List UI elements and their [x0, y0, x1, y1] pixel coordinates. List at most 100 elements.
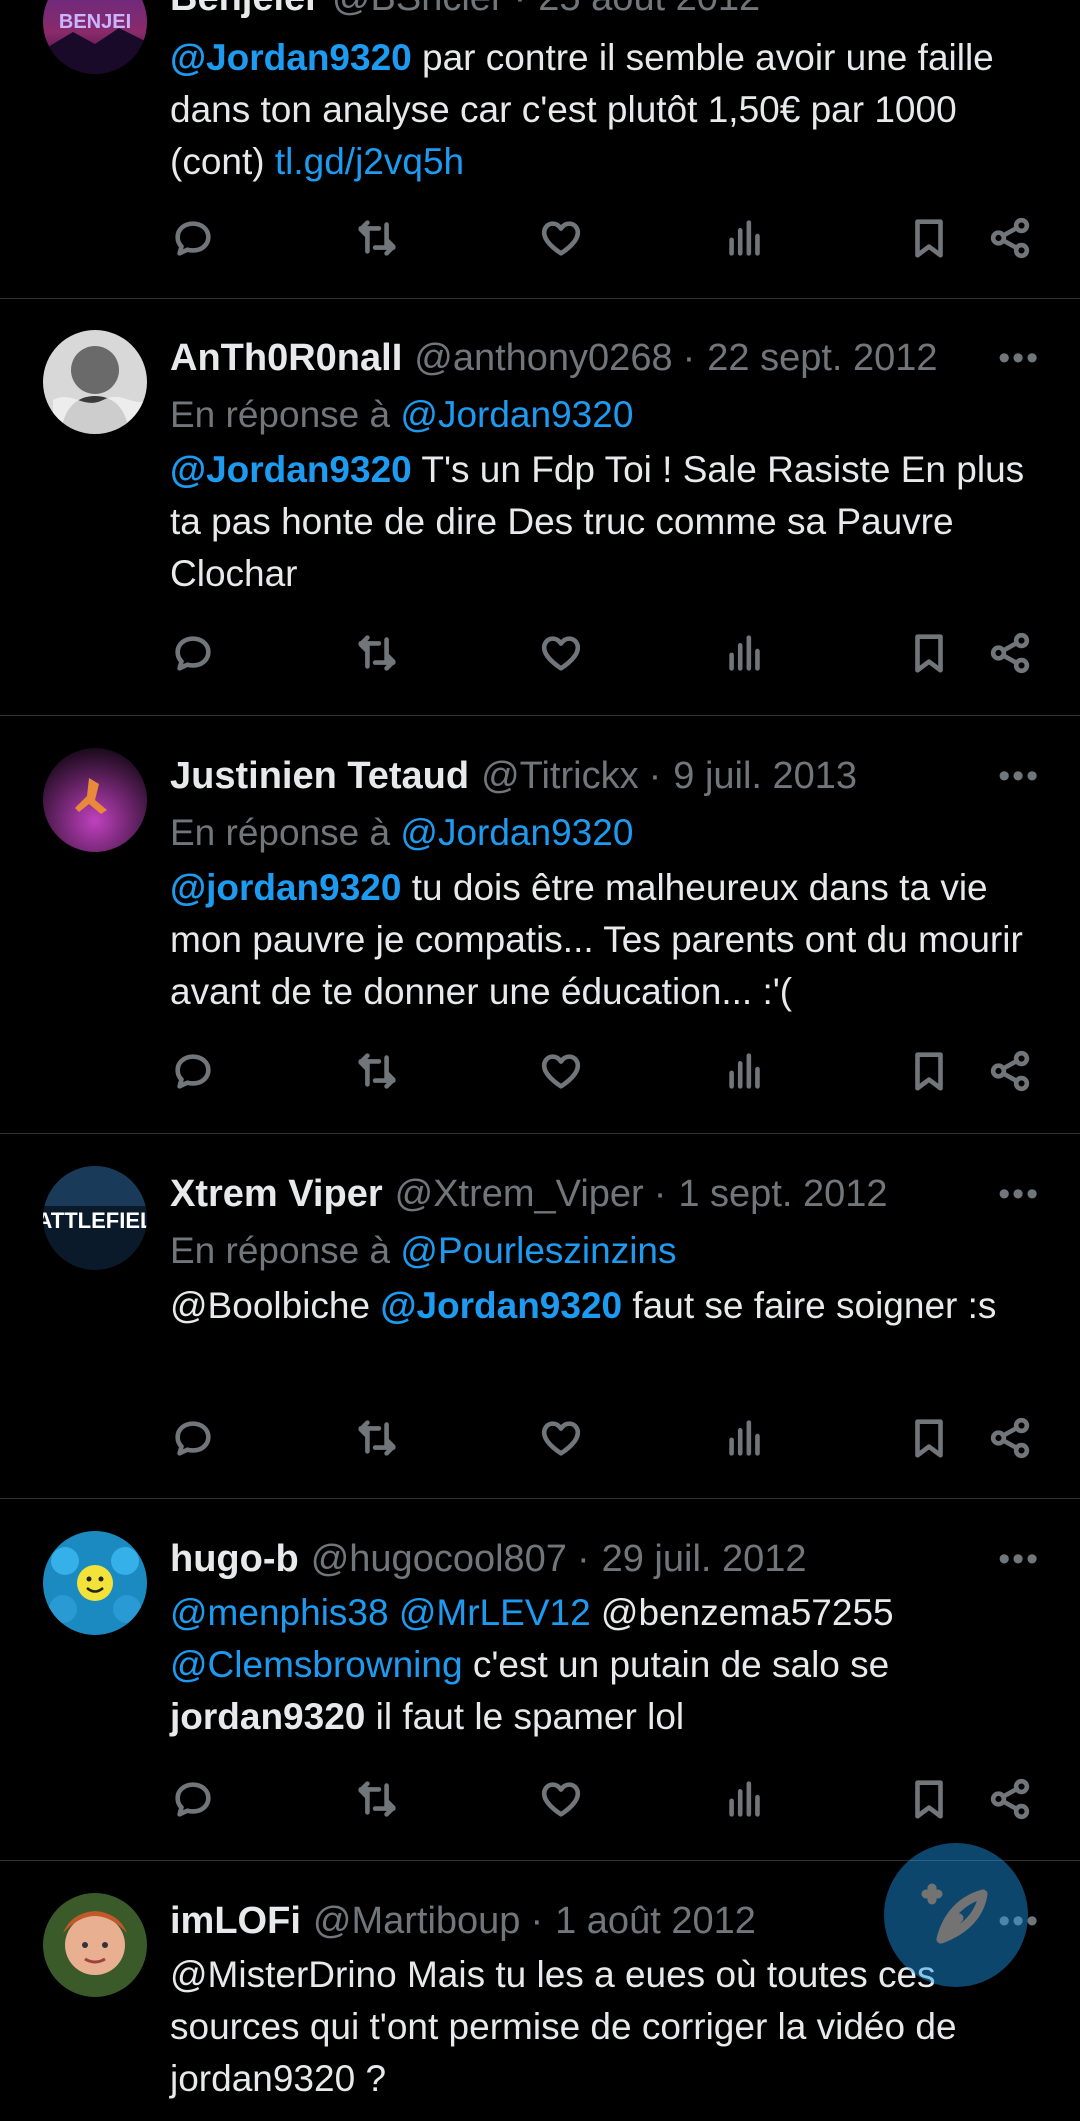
mention-link[interactable]: @MrLEV12	[399, 1592, 591, 1633]
retweet-icon[interactable]	[354, 1415, 404, 1465]
like-icon[interactable]	[538, 1415, 588, 1465]
bookmark-icon[interactable]	[906, 630, 956, 680]
user-handle[interactable]: @Titrickx	[481, 755, 638, 798]
retweet-icon[interactable]	[354, 1776, 404, 1826]
retweet-icon[interactable]	[354, 215, 404, 265]
tweet-date[interactable]: 1 août 2012	[555, 1900, 756, 1943]
views-icon[interactable]	[722, 215, 772, 265]
reply-context: En réponse à @Jordan9320	[170, 386, 1040, 444]
separator-dot: ·	[576, 1537, 590, 1580]
tweet-date[interactable]: 29 juil. 2012	[602, 1538, 807, 1581]
more-icon[interactable]: •••	[998, 757, 1040, 796]
display-name[interactable]: imLOFi	[170, 1900, 301, 1943]
reply-icon[interactable]	[170, 215, 220, 265]
tweet-item[interactable]: AnTh0R0nalI @anthony0268 · 22 sept. 2012…	[0, 298, 1080, 716]
mention-link[interactable]: @Clemsbrowning	[170, 1644, 463, 1685]
share-icon[interactable]	[987, 630, 1037, 680]
bookmark-icon[interactable]	[906, 215, 956, 265]
text-span: @Boolbiche	[170, 1285, 381, 1326]
reply-prefix: En réponse à	[170, 1230, 391, 1271]
tweet-date[interactable]: 1 sept. 2012	[678, 1173, 887, 1216]
tweet-header: Benjeier @BSncier · 25 août 2012	[170, 0, 1040, 26]
mention-link[interactable]: @Jordan9320	[170, 37, 412, 78]
avatar[interactable]	[43, 330, 147, 434]
reply-context: En réponse à @Pourleszinzins	[170, 1222, 1040, 1280]
bookmark-icon[interactable]	[906, 1776, 956, 1826]
user-handle[interactable]: @Xtrem_Viper	[395, 1173, 644, 1216]
tweet-text: @menphis38 @MrLEV12 @benzema57255 @Clems…	[170, 1587, 1040, 1743]
tweet-date[interactable]: 25 août 2012	[538, 0, 760, 20]
tweet-header: Justinien Tetaud @Titrickx · 9 juil. 201…	[170, 748, 1040, 804]
like-icon[interactable]	[538, 1048, 588, 1098]
display-name[interactable]: hugo-b	[170, 1538, 299, 1581]
reply-to-link[interactable]: @Pourleszinzins	[400, 1230, 676, 1271]
url-link[interactable]: tl.gd/j2vq5h	[275, 141, 464, 182]
reply-to-link[interactable]: @Jordan9320	[400, 812, 633, 853]
tweet-date[interactable]: 9 juil. 2013	[673, 755, 857, 798]
tweet-date[interactable]: 22 sept. 2012	[707, 337, 937, 380]
share-icon[interactable]	[987, 1776, 1037, 1826]
tweet-header: Xtrem Viper @Xtrem_Viper · 1 sept. 2012 …	[170, 1166, 1040, 1222]
retweet-icon[interactable]	[354, 1048, 404, 1098]
views-icon[interactable]	[722, 630, 772, 680]
tweet-text: @Boolbiche @Jordan9320 faut se faire soi…	[170, 1280, 1040, 1332]
share-icon[interactable]	[987, 215, 1037, 265]
reply-icon[interactable]	[170, 1415, 220, 1465]
text-span: faut se faire soigner :s	[622, 1285, 997, 1326]
views-icon[interactable]	[722, 1048, 772, 1098]
views-icon[interactable]	[722, 1415, 772, 1465]
like-icon[interactable]	[538, 215, 588, 265]
avatar[interactable]: ATTLEFIEL	[43, 1166, 147, 1270]
share-icon[interactable]	[987, 1415, 1037, 1465]
display-name[interactable]: Xtrem Viper	[170, 1173, 383, 1216]
bookmark-icon[interactable]	[906, 1048, 956, 1098]
tweet-item[interactable]: hugo-b @hugocool807 · 29 juil. 2012 ••• …	[0, 1499, 1080, 1861]
action-bar	[170, 215, 1040, 275]
reply-icon[interactable]	[170, 1048, 220, 1098]
tweet-item[interactable]: Justinien Tetaud @Titrickx · 9 juil. 201…	[0, 716, 1080, 1134]
compose-button[interactable]	[884, 1843, 1028, 1987]
text-span: @benzema57255	[590, 1592, 894, 1633]
action-bar	[170, 630, 1040, 690]
text-span	[389, 1592, 399, 1633]
more-icon[interactable]: •••	[998, 1175, 1040, 1214]
more-icon[interactable]: •••	[998, 1540, 1040, 1579]
separator-dot: ·	[514, 0, 527, 20]
tweet-header: hugo-b @hugocool807 · 29 juil. 2012 •••	[170, 1531, 1040, 1587]
action-bar	[170, 1048, 1040, 1108]
views-icon[interactable]	[722, 1776, 772, 1826]
user-handle[interactable]: @BSncier	[332, 0, 504, 20]
mention-link[interactable]: @Jordan9320	[170, 449, 412, 490]
reply-to-link[interactable]: @Jordan9320	[400, 394, 633, 435]
mention-link[interactable]: @menphis38	[170, 1592, 389, 1633]
bookmark-icon[interactable]	[906, 1415, 956, 1465]
separator-dot: ·	[653, 1172, 667, 1215]
user-handle[interactable]: @Martiboup	[313, 1900, 521, 1943]
like-icon[interactable]	[538, 1776, 588, 1826]
compose-icon	[921, 1883, 988, 1944]
avatar[interactable]	[43, 1531, 147, 1635]
separator-dot: ·	[530, 1899, 544, 1942]
display-name[interactable]: Justinien Tetaud	[170, 755, 469, 798]
tweet-item[interactable]: ATTLEFIEL Xtrem Viper @Xtrem_Viper · 1 s…	[0, 1134, 1080, 1499]
tweet-text: @jordan9320 tu dois être malheureux dans…	[170, 862, 1040, 1018]
user-handle[interactable]: @hugocool807	[311, 1538, 567, 1581]
separator-dot: ·	[648, 754, 662, 797]
mention-link[interactable]: @jordan9320	[170, 867, 401, 908]
tweet-header: AnTh0R0nalI @anthony0268 · 22 sept. 2012…	[170, 330, 1040, 386]
display-name[interactable]: AnTh0R0nalI	[170, 337, 402, 380]
share-icon[interactable]	[987, 1048, 1037, 1098]
reply-icon[interactable]	[170, 1776, 220, 1826]
display-name[interactable]: Benjeier	[170, 0, 320, 20]
mention-link[interactable]: @Jordan9320	[380, 1285, 622, 1326]
avatar[interactable]: BENJEI	[43, 0, 147, 74]
more-icon[interactable]: •••	[998, 339, 1040, 378]
avatar[interactable]	[43, 748, 147, 852]
like-icon[interactable]	[538, 630, 588, 680]
reply-icon[interactable]	[170, 630, 220, 680]
retweet-icon[interactable]	[354, 630, 404, 680]
tweet-item[interactable]: BENJEI Benjeier @BSncier · 25 août 2012 …	[0, 0, 1080, 299]
user-handle[interactable]: @anthony0268	[414, 337, 672, 380]
tweet-text: @Jordan9320 T's un Fdp Toi ! Sale Rasist…	[170, 444, 1040, 600]
avatar[interactable]	[43, 1893, 147, 1997]
